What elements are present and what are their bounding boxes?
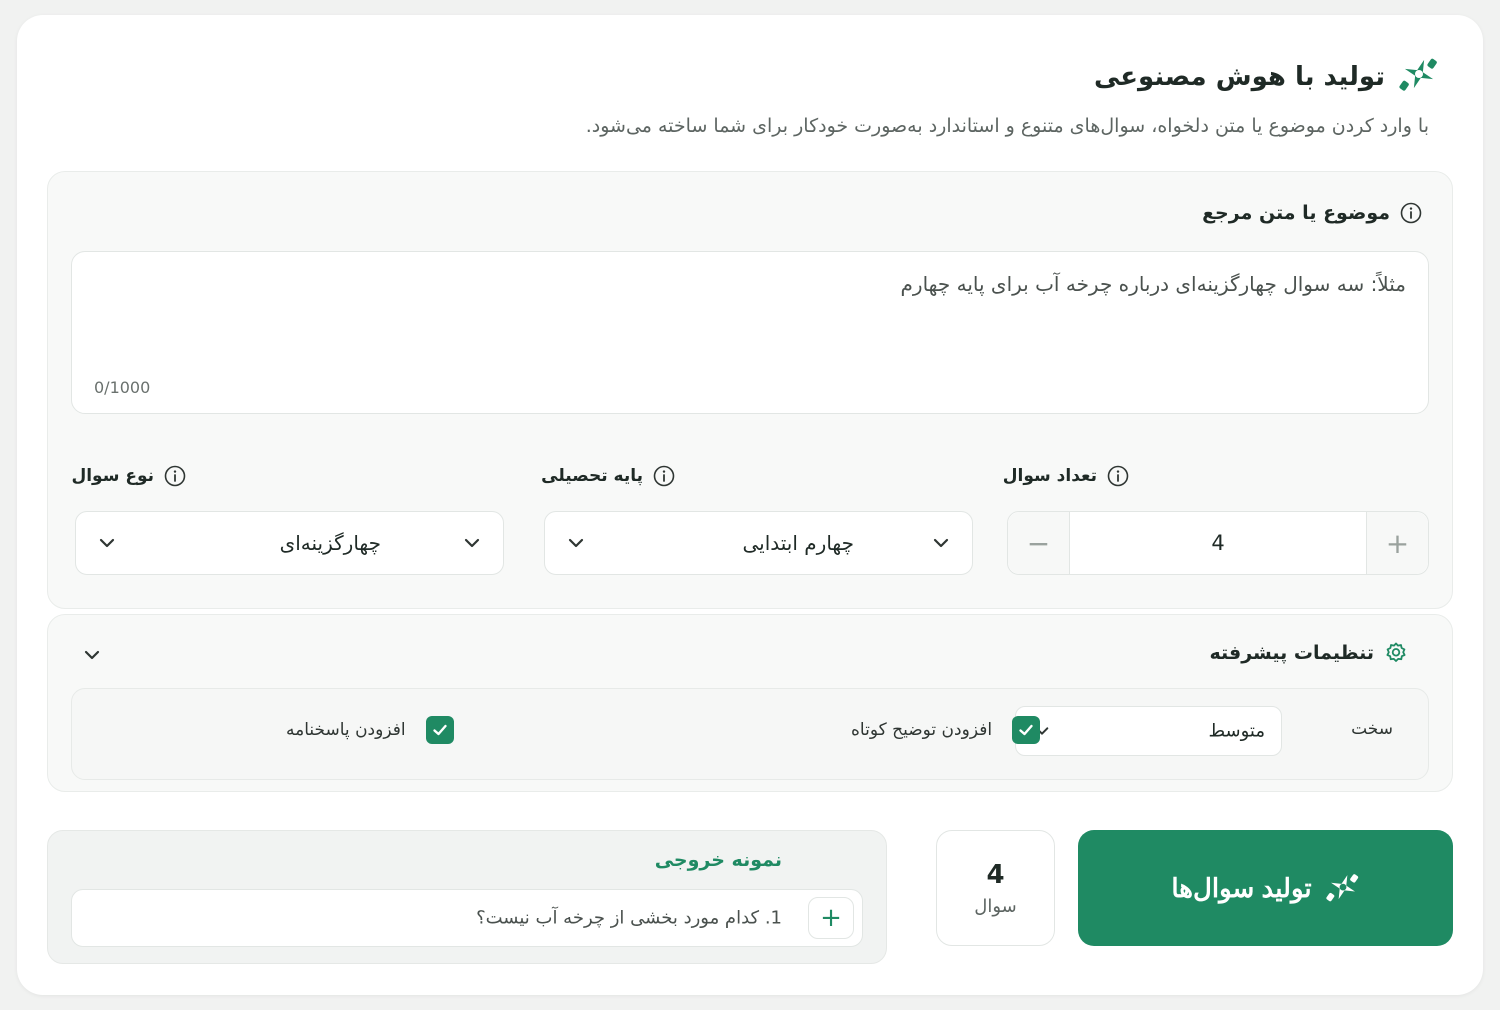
question-type-label: نوع سوال bbox=[71, 466, 154, 486]
info-icon[interactable] bbox=[653, 465, 675, 487]
generate-button-label: تولید سوال‌ها bbox=[1171, 872, 1312, 903]
difficulty-value: متوسط bbox=[1208, 720, 1265, 742]
main-settings-panel: موضوع یا متن مرجع 0/1000 تعداد سوال − 4 … bbox=[47, 171, 1453, 609]
sample-output-panel: نمونه خروجی + 1. کدام مورد بخشی از چرخه … bbox=[47, 830, 887, 964]
generate-questions-button[interactable]: تولید سوال‌ها bbox=[1078, 830, 1453, 946]
add-explanation-option[interactable]: افزودن توضیح کوتاه bbox=[851, 716, 1041, 744]
difficulty-select[interactable]: متوسط bbox=[1015, 706, 1282, 756]
topic-label-row: موضوع یا متن مرجع bbox=[1202, 202, 1422, 224]
summary-unit: سوال bbox=[974, 895, 1017, 917]
question-type-select[interactable]: چهارگزینه‌ای bbox=[75, 511, 504, 575]
chevron-down-icon bbox=[568, 538, 584, 548]
grade-value: چهارم ابتدایی bbox=[742, 531, 854, 555]
decrement-button[interactable]: − bbox=[1008, 512, 1070, 574]
difficulty-label: سخت bbox=[1351, 719, 1393, 739]
chevron-down-icon bbox=[464, 538, 480, 548]
increment-button[interactable]: + bbox=[1366, 512, 1428, 574]
advanced-settings-toggle[interactable]: تنظیمات پیشرفته bbox=[1210, 637, 1409, 669]
summary-count: 4 bbox=[986, 859, 1005, 890]
advanced-settings-panel: تنظیمات پیشرفته سخت متوسط افزودن توضیح ک… bbox=[47, 614, 1453, 792]
question-count-label: تعداد سوال bbox=[1002, 466, 1097, 486]
grade-select[interactable]: چهارم ابتدایی bbox=[544, 511, 973, 575]
advanced-settings-label: تنظیمات پیشرفته bbox=[1209, 642, 1375, 664]
sparkle-icon bbox=[1326, 874, 1358, 902]
chevron-down-icon[interactable] bbox=[83, 646, 101, 664]
question-count-label-row: تعداد سوال bbox=[1003, 465, 1129, 487]
add-explanation-label: افزودن توضیح کوتاه bbox=[851, 720, 993, 740]
sample-question-text: 1. کدام مورد بخشی از چرخه آب نیست؟ bbox=[476, 907, 782, 929]
ai-generation-card: تولید با هوش مصنوعی با وارد کردن موضوع ی… bbox=[17, 15, 1483, 995]
question-count-summary: 4 سوال bbox=[936, 830, 1055, 946]
check-icon bbox=[432, 724, 447, 736]
question-type-label-row: نوع سوال bbox=[71, 465, 186, 487]
check-icon bbox=[1019, 724, 1033, 736]
grade-label: پایه تحصیلی bbox=[541, 466, 643, 486]
sample-output-title: نمونه خروجی bbox=[654, 849, 782, 871]
chevron-down-icon bbox=[933, 538, 949, 548]
add-answer-key-checkbox[interactable] bbox=[425, 716, 454, 744]
header: تولید با هوش مصنوعی bbox=[1094, 55, 1439, 99]
topic-input[interactable] bbox=[72, 252, 1428, 413]
gear-icon bbox=[1386, 642, 1406, 662]
page-title: تولید با هوش مصنوعی bbox=[1093, 62, 1385, 92]
topic-label: موضوع یا متن مرجع bbox=[1202, 202, 1390, 224]
add-sample-button[interactable]: + bbox=[808, 897, 854, 939]
sample-question-row: + 1. کدام مورد بخشی از چرخه آب نیست؟ bbox=[71, 889, 863, 947]
topic-textarea-box: 0/1000 bbox=[71, 251, 1429, 414]
info-icon[interactable] bbox=[164, 465, 186, 487]
add-explanation-checkbox[interactable] bbox=[1012, 716, 1041, 744]
question-count-stepper: − 4 + bbox=[1007, 511, 1429, 575]
question-type-value: چهارگزینه‌ای bbox=[279, 531, 381, 555]
info-icon[interactable] bbox=[1400, 202, 1422, 224]
grade-label-row: پایه تحصیلی bbox=[541, 465, 675, 487]
page-subtitle: با وارد کردن موضوع یا متن دلخواه، سوال‌ه… bbox=[585, 115, 1429, 137]
sparkle-icon bbox=[1399, 55, 1439, 99]
info-icon[interactable] bbox=[1107, 465, 1129, 487]
add-answer-key-option[interactable]: افزودن پاسخنامه bbox=[286, 716, 454, 744]
chevron-down-icon bbox=[99, 538, 115, 548]
question-count-value[interactable]: 4 bbox=[1070, 512, 1366, 574]
add-answer-key-label: افزودن پاسخنامه bbox=[286, 720, 406, 740]
character-counter: 0/1000 bbox=[94, 378, 151, 397]
advanced-options-row: سخت متوسط افزودن توضیح کوتاه افزودن پاسخ… bbox=[71, 688, 1429, 780]
